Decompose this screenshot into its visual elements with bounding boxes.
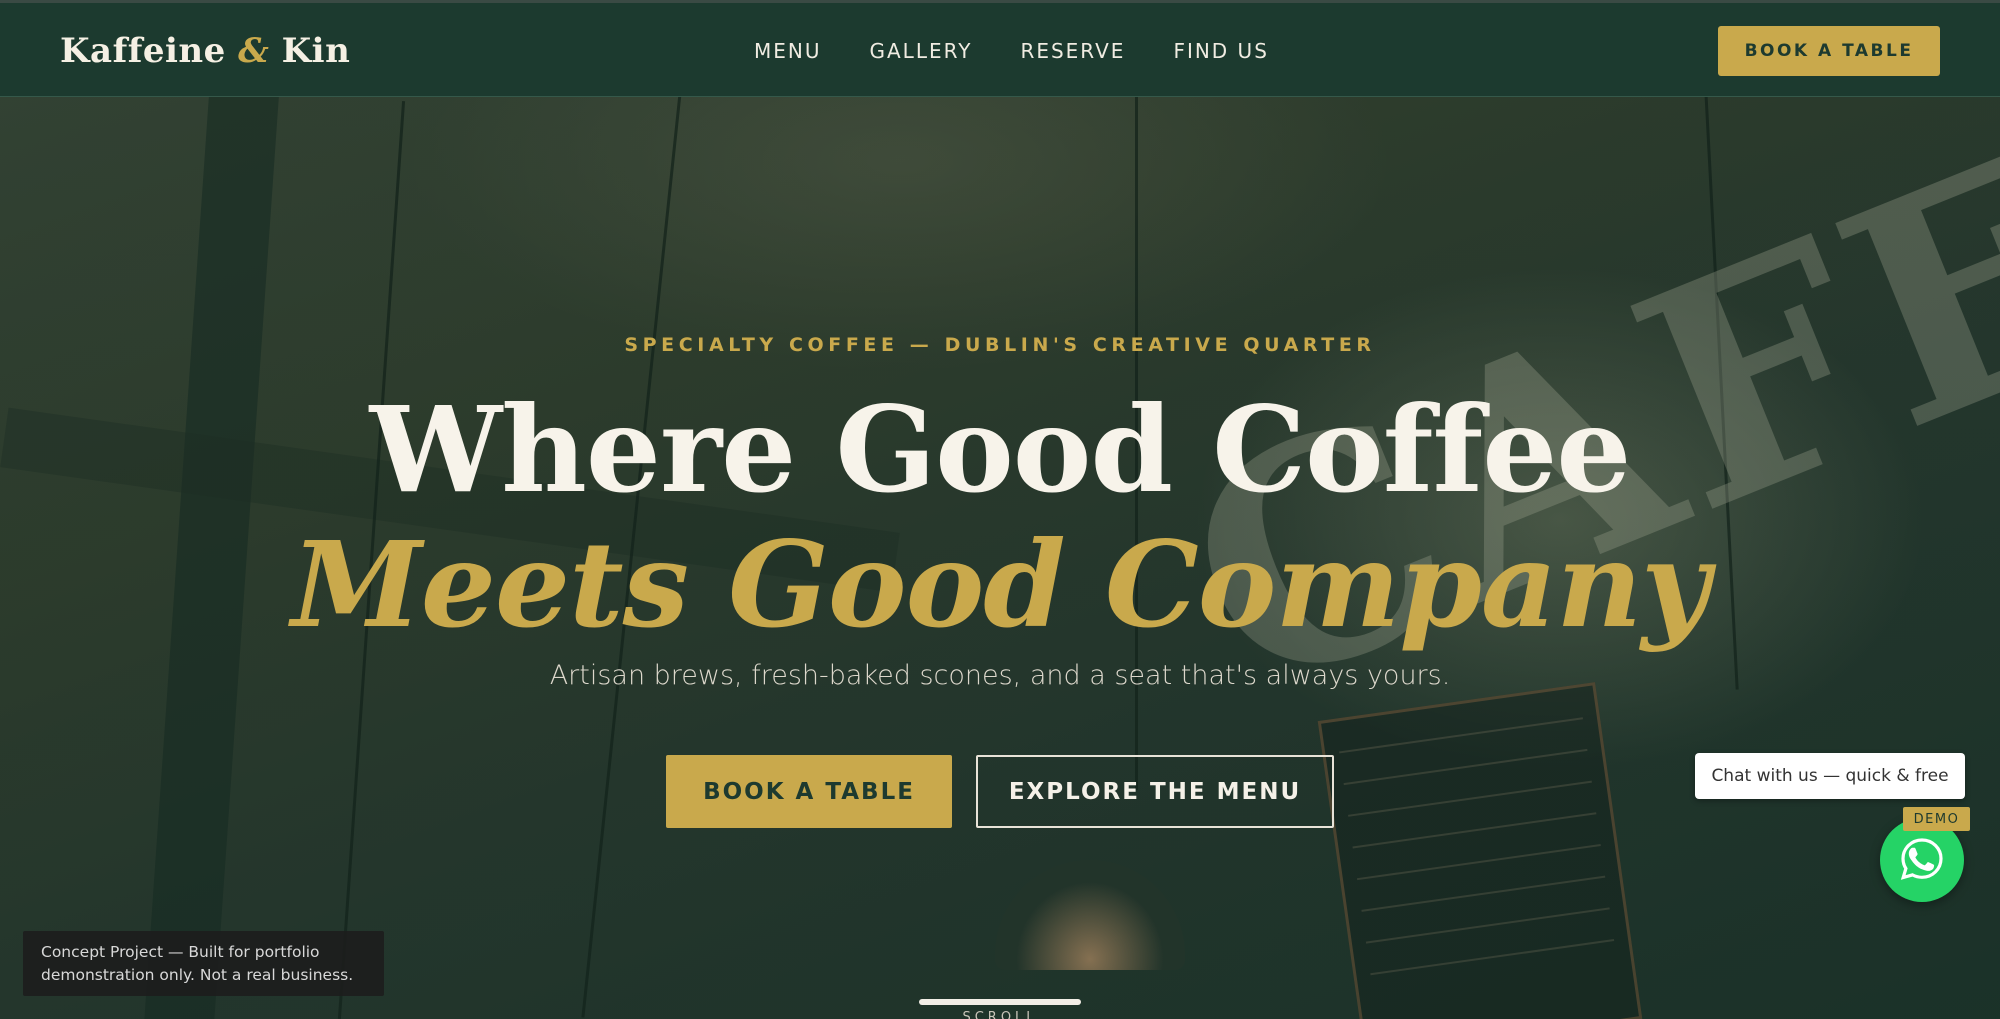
demo-badge: DEMO [1903,807,1970,831]
hero-headline-line1: Where Good Coffee [369,380,1632,519]
scroll-indicator[interactable] [919,999,1081,1005]
hero-book-table-button[interactable]: BOOK A TABLE [666,755,952,828]
hero-subheading: Artisan brews, fresh-baked scones, and a… [549,660,1451,691]
hero-explore-menu-button[interactable]: EXPLORE THE MENU [976,755,1334,828]
chat-prompt-text: Chat with us — quick & free [1711,766,1949,786]
notice-line1: Concept Project — Built for portfolio [41,943,320,961]
site-logo[interactable]: Kaffeine & Kin [60,31,350,71]
scroll-label: SCROLL [962,1010,1038,1019]
header-book-table-button[interactable]: BOOK A TABLE [1718,26,1940,76]
site-header: Kaffeine & Kin MENU GALLERY RESERVE FIND… [0,0,2000,97]
concept-project-notice: Concept Project — Built for portfolio de… [23,931,384,996]
nav-link-gallery[interactable]: GALLERY [870,39,973,63]
notice-line2: demonstration only. Not a real business. [41,966,354,984]
chat-prompt-bubble[interactable]: Chat with us — quick & free [1695,753,1965,799]
nav-link-menu[interactable]: MENU [754,39,822,63]
main-nav: MENU GALLERY RESERVE FIND US [754,39,1317,63]
logo-text-part1: Kaffeine [60,31,226,71]
nav-link-reserve[interactable]: RESERVE [1020,39,1125,63]
hero-headline-line2: Meets Good Company [291,515,1709,654]
nav-link-find-us[interactable]: FIND US [1173,39,1268,63]
logo-text-part2: Kin [281,31,351,71]
whatsapp-icon [1899,836,1945,885]
hero-eyebrow: SPECIALTY COFFEE — DUBLIN'S CREATIVE QUA… [624,334,1376,356]
logo-ampersand: & [238,31,270,71]
